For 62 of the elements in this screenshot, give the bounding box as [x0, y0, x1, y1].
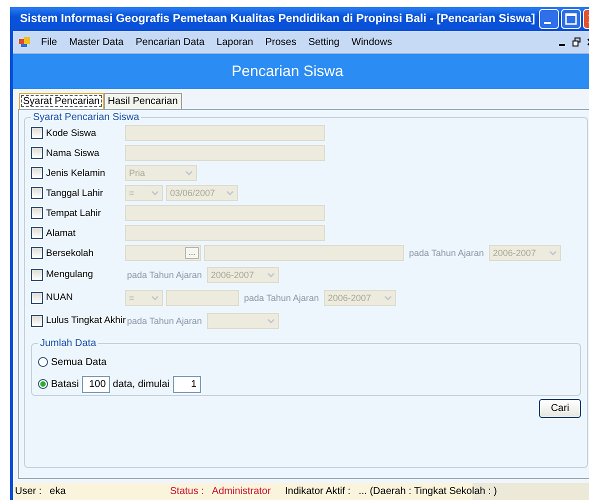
menu-item[interactable]: Setting: [302, 36, 346, 48]
menu-item[interactable]: Pencarian Data: [130, 36, 211, 48]
status-value: Administrator: [212, 486, 271, 497]
menu-item[interactable]: Proses: [259, 36, 302, 48]
radio-button[interactable]: [38, 357, 48, 367]
field-label: Alamat: [46, 228, 77, 238]
browse-button[interactable]: ...: [185, 247, 199, 259]
checkbox[interactable]: [31, 127, 43, 139]
checkbox[interactable]: [31, 207, 43, 219]
input-field[interactable]: [125, 225, 325, 241]
checkbox[interactable]: [31, 187, 43, 199]
field-label: Bersekolah: [46, 248, 95, 258]
menu-item[interactable]: Laporan: [210, 36, 260, 48]
input-field[interactable]: [125, 205, 325, 221]
checkbox[interactable]: [31, 147, 43, 159]
input-field[interactable]: [125, 145, 325, 161]
status-label: Status :: [170, 486, 204, 497]
status-label: Indikator Aktif :: [285, 486, 351, 497]
radio-button[interactable]: [38, 379, 48, 389]
maximize-icon[interactable]: [561, 9, 582, 29]
checkbox[interactable]: [31, 292, 43, 304]
field-note: pada Tahun Ajaran: [243, 292, 320, 302]
window-title: Sistem Informasi Geografis Pemetaan Kualitas Pendidikan di Propinsi Bali - [Pencarian Siswa]: [20, 13, 536, 25]
field-label: Nama Siswa: [46, 148, 100, 158]
menu-item[interactable]: Master Data: [63, 36, 130, 48]
field-label: NUAN: [46, 292, 74, 303]
app-icon[interactable]: [19, 36, 31, 48]
tab[interactable]: Hasil Pencarian: [104, 93, 182, 109]
search-button[interactable]: Cari: [539, 399, 581, 418]
minimize-icon[interactable]: [539, 9, 560, 29]
field-note: pada Tahun Ajaran: [408, 248, 485, 258]
input-field[interactable]: [204, 245, 404, 261]
field-label: Tempat Lahir: [46, 208, 102, 218]
input-field[interactable]: [166, 290, 239, 306]
restore-icon[interactable]: [572, 37, 581, 47]
status-value: ... (Daerah : Tingkat Sekolah : ): [358, 486, 497, 497]
checkbox[interactable]: [31, 227, 43, 239]
option-label: data, dimulai: [112, 378, 170, 390]
menu-item[interactable]: Windows: [346, 36, 398, 48]
group-title: Jumlah Data: [39, 338, 98, 349]
group-title: Syarat Pencarian Siswa: [32, 112, 140, 123]
page-header: Pencarian Siswa: [13, 54, 589, 89]
start-field[interactable]: 1: [172, 376, 200, 392]
field-label: Mengulang: [46, 269, 94, 280]
field-note: pada Tahun Ajaran: [126, 270, 203, 280]
input-field[interactable]: ...: [125, 245, 201, 261]
field-note: pada Tahun Ajaran: [126, 316, 203, 326]
field-label: Kode Siswa: [46, 128, 98, 138]
checkbox[interactable]: [31, 247, 43, 259]
option-label: Batasi: [51, 378, 79, 390]
option-label: Semua Data: [51, 356, 107, 368]
checkbox[interactable]: [31, 314, 43, 326]
tab[interactable]: Syarat Pencarian: [19, 93, 104, 109]
status-label: User :: [15, 486, 42, 497]
checkbox[interactable]: [31, 268, 43, 280]
menu-item[interactable]: File: [35, 36, 64, 48]
field-label: Tanggal Lahir: [46, 188, 104, 198]
checkbox[interactable]: [31, 167, 43, 179]
status-value: eka: [50, 486, 66, 497]
limit-field[interactable]: 100: [82, 376, 110, 392]
field-label: Jenis Kelamin: [46, 168, 106, 178]
input-field[interactable]: [125, 125, 325, 141]
